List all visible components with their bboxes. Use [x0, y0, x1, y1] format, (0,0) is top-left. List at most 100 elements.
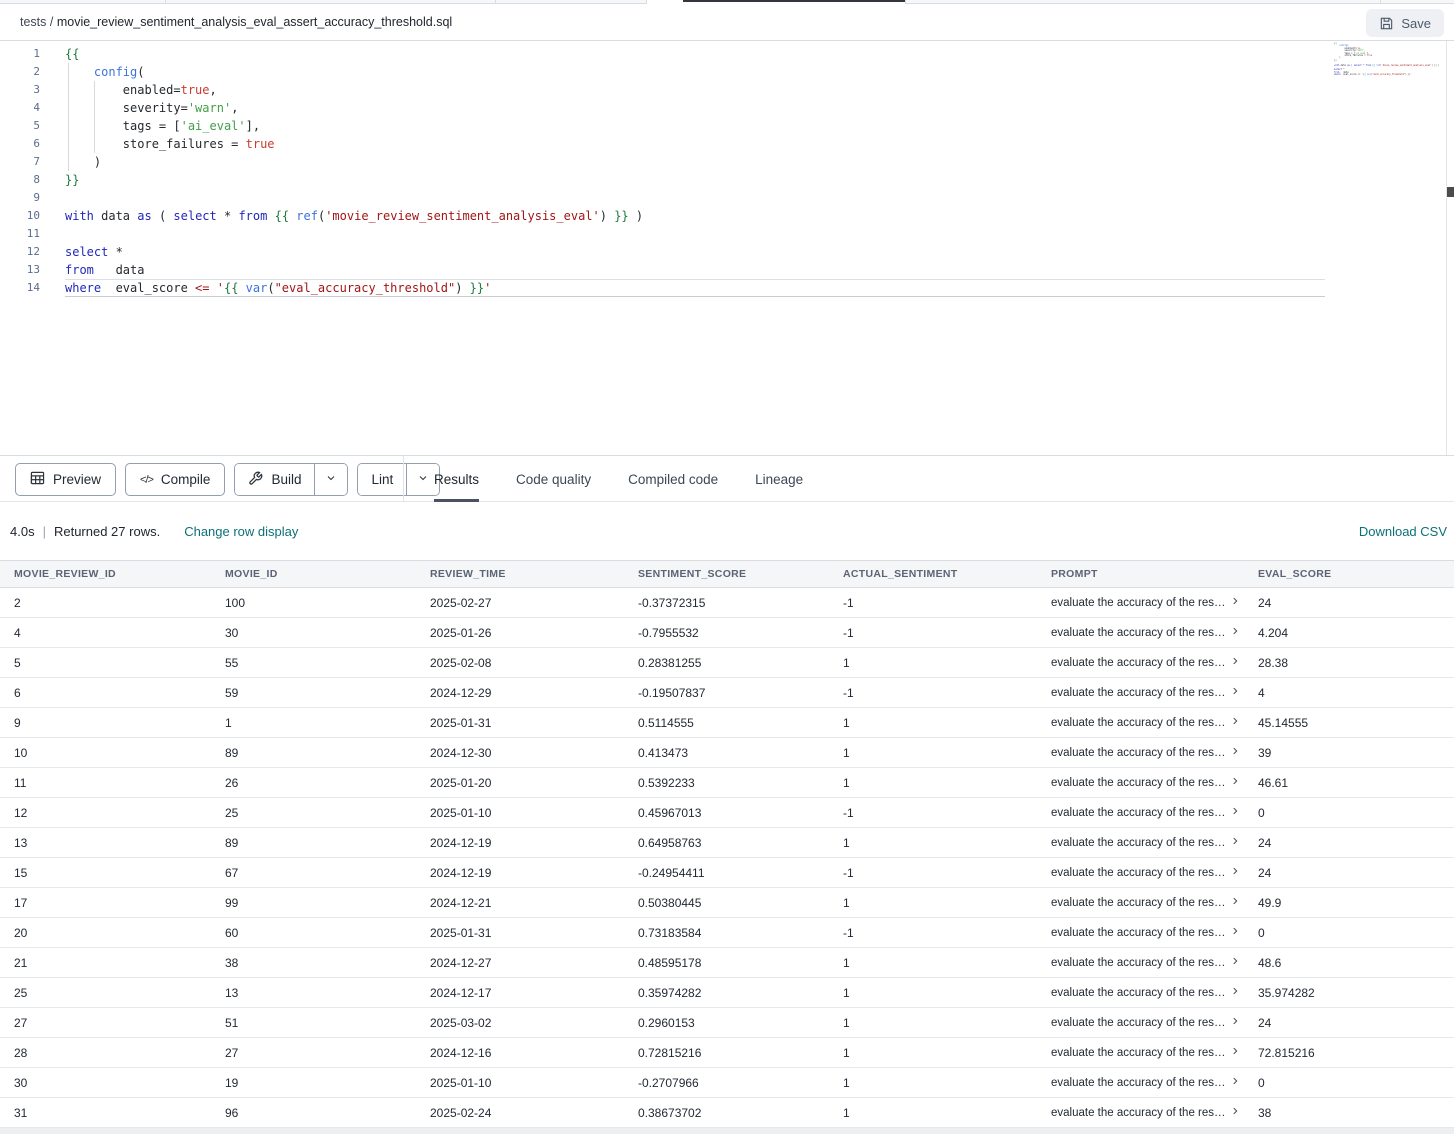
- table-cell: 1: [829, 1008, 1037, 1037]
- column-header-review-time: REVIEW_TIME: [416, 561, 624, 587]
- table-cell: 1: [829, 1098, 1037, 1127]
- prompt-cell: evaluate the accuracy of the res…: [1037, 858, 1244, 887]
- table-cell: 1: [829, 738, 1037, 767]
- eval-score-cell: 24: [1244, 1008, 1454, 1037]
- table-row: 4302025-01-26-0.7955532-1evaluate the ac…: [0, 618, 1454, 648]
- active-tab-indicator: [683, 0, 905, 2]
- line-number: 7: [0, 153, 40, 171]
- prompt-expand-chevron-icon[interactable]: [1230, 776, 1240, 789]
- table-cell: 0.50380445: [624, 888, 829, 917]
- breadcrumb: tests / movie_review_sentiment_analysis_…: [20, 15, 452, 29]
- results-status-bar: 4.0s | Returned 27 rows. Change row disp…: [0, 503, 1454, 560]
- prompt-text: evaluate the accuracy of the res…: [1051, 597, 1226, 609]
- prompt-expand-chevron-icon[interactable]: [1230, 926, 1240, 939]
- table-cell: -0.7955532: [624, 618, 829, 647]
- tab-code-quality[interactable]: Code quality: [516, 456, 591, 502]
- table-row: 21382024-12-270.485951781evaluate the ac…: [0, 948, 1454, 978]
- action-toolbar: Preview </> Compile Build Lint: [0, 455, 1454, 502]
- table-cell: 28: [0, 1038, 211, 1067]
- code-line: where eval_score <= '{{ var("eval_accura…: [1334, 74, 1434, 76]
- table-cell: 96: [211, 1098, 416, 1127]
- table-cell: 1: [829, 1068, 1037, 1097]
- prompt-expand-chevron-icon[interactable]: [1230, 896, 1240, 909]
- prompt-expand-chevron-icon[interactable]: [1230, 596, 1240, 609]
- line-number: 10: [0, 207, 40, 225]
- prompt-text: evaluate the accuracy of the res…: [1051, 747, 1226, 759]
- table-cell: -0.24954411: [624, 858, 829, 887]
- table-cell: 89: [211, 738, 416, 767]
- table-cell: 0.73183584: [624, 918, 829, 947]
- eval-score-cell: 4.204: [1244, 618, 1454, 647]
- save-button[interactable]: Save: [1366, 9, 1444, 37]
- code-line: with data as ( select * from {{ ref('mov…: [65, 207, 1334, 225]
- prompt-text: evaluate the accuracy of the res…: [1051, 837, 1226, 849]
- editor-scrollbar-rail: [1446, 41, 1447, 455]
- tab-lineage[interactable]: Lineage: [755, 456, 803, 502]
- eval-score-cell: 45.14555: [1244, 708, 1454, 737]
- ide-window: tests / movie_review_sentiment_analysis_…: [0, 0, 1454, 1134]
- prompt-expand-chevron-icon[interactable]: [1230, 656, 1240, 669]
- eval-score-cell: 24: [1244, 588, 1454, 617]
- save-label: Save: [1401, 16, 1431, 31]
- prompt-text: evaluate the accuracy of the res…: [1051, 1017, 1226, 1029]
- lint-button[interactable]: Lint: [358, 464, 406, 495]
- line-number: 11: [0, 225, 40, 243]
- prompt-expand-chevron-icon[interactable]: [1230, 716, 1240, 729]
- compile-label: Compile: [161, 472, 211, 487]
- table-cell: -1: [829, 588, 1037, 617]
- tab-results[interactable]: Results: [434, 456, 479, 502]
- horizontal-scrollbar-track[interactable]: [0, 1128, 1454, 1134]
- prompt-expand-chevron-icon[interactable]: [1230, 866, 1240, 879]
- build-button[interactable]: Build: [235, 464, 314, 495]
- table-cell: 0.2960153: [624, 1008, 829, 1037]
- prompt-expand-chevron-icon[interactable]: [1230, 746, 1240, 759]
- prompt-expand-chevron-icon[interactable]: [1230, 986, 1240, 999]
- table-cell: 2024-12-21: [416, 888, 624, 917]
- table-cell: 99: [211, 888, 416, 917]
- prompt-expand-chevron-icon[interactable]: [1230, 1106, 1240, 1119]
- table-cell: 2025-03-02: [416, 1008, 624, 1037]
- table-cell: 11: [0, 768, 211, 797]
- table-cell: 0.38673702: [624, 1098, 829, 1127]
- table-cell: 0.28381255: [624, 648, 829, 677]
- column-header-actual-sentiment: ACTUAL_SENTIMENT: [829, 561, 1037, 587]
- table-cell: -1: [829, 678, 1037, 707]
- tab-compiled-code[interactable]: Compiled code: [628, 456, 718, 502]
- prompt-expand-chevron-icon[interactable]: [1230, 686, 1240, 699]
- download-csv-link[interactable]: Download CSV: [1359, 524, 1447, 539]
- build-dropdown-button[interactable]: [314, 464, 347, 495]
- preview-label: Preview: [53, 472, 101, 487]
- prompt-text: evaluate the accuracy of the res…: [1051, 627, 1226, 639]
- prompt-text: evaluate the accuracy of the res…: [1051, 957, 1226, 969]
- table-row: 27512025-03-020.29601531evaluate the acc…: [0, 1008, 1454, 1038]
- table-cell: 60: [211, 918, 416, 947]
- prompt-expand-chevron-icon[interactable]: [1230, 1016, 1240, 1029]
- table-row: 25132024-12-170.359742821evaluate the ac…: [0, 978, 1454, 1008]
- code-line: enabled=true,: [65, 81, 1334, 99]
- table-cell: 19: [211, 1068, 416, 1097]
- minimap[interactable]: {{ config( enabled=true, severity='warn'…: [1334, 43, 1434, 76]
- prompt-expand-chevron-icon[interactable]: [1230, 806, 1240, 819]
- preview-button[interactable]: Preview: [15, 463, 116, 496]
- line-number: 1: [0, 45, 40, 63]
- prompt-expand-chevron-icon[interactable]: [1230, 956, 1240, 969]
- editor-action-buttons: Preview </> Compile Build Lint: [15, 463, 440, 496]
- code-line: ): [65, 153, 1334, 171]
- prompt-expand-chevron-icon[interactable]: [1230, 1076, 1240, 1089]
- table-cell: 26: [211, 768, 416, 797]
- table-cell: 38: [211, 948, 416, 977]
- code-text[interactable]: {{ config( enabled=true, severity='warn'…: [65, 45, 1334, 297]
- prompt-expand-chevron-icon[interactable]: [1230, 1046, 1240, 1059]
- code-editor[interactable]: 1234567891011121314 {{ config( enabled=t…: [0, 41, 1454, 455]
- prompt-expand-chevron-icon[interactable]: [1230, 626, 1240, 639]
- compile-button[interactable]: </> Compile: [125, 463, 225, 496]
- results-table: MOVIE_REVIEW_ID MOVIE_ID REVIEW_TIME SEN…: [0, 560, 1454, 1134]
- eval-score-cell: 0: [1244, 798, 1454, 827]
- eval-score-cell: 39: [1244, 738, 1454, 767]
- prompt-expand-chevron-icon[interactable]: [1230, 836, 1240, 849]
- table-cell: 55: [211, 648, 416, 677]
- table-cell: -1: [829, 918, 1037, 947]
- build-split-button: Build: [234, 463, 348, 496]
- editor-scrollbar-thumb[interactable]: [1447, 187, 1454, 197]
- change-row-display-link[interactable]: Change row display: [184, 524, 298, 539]
